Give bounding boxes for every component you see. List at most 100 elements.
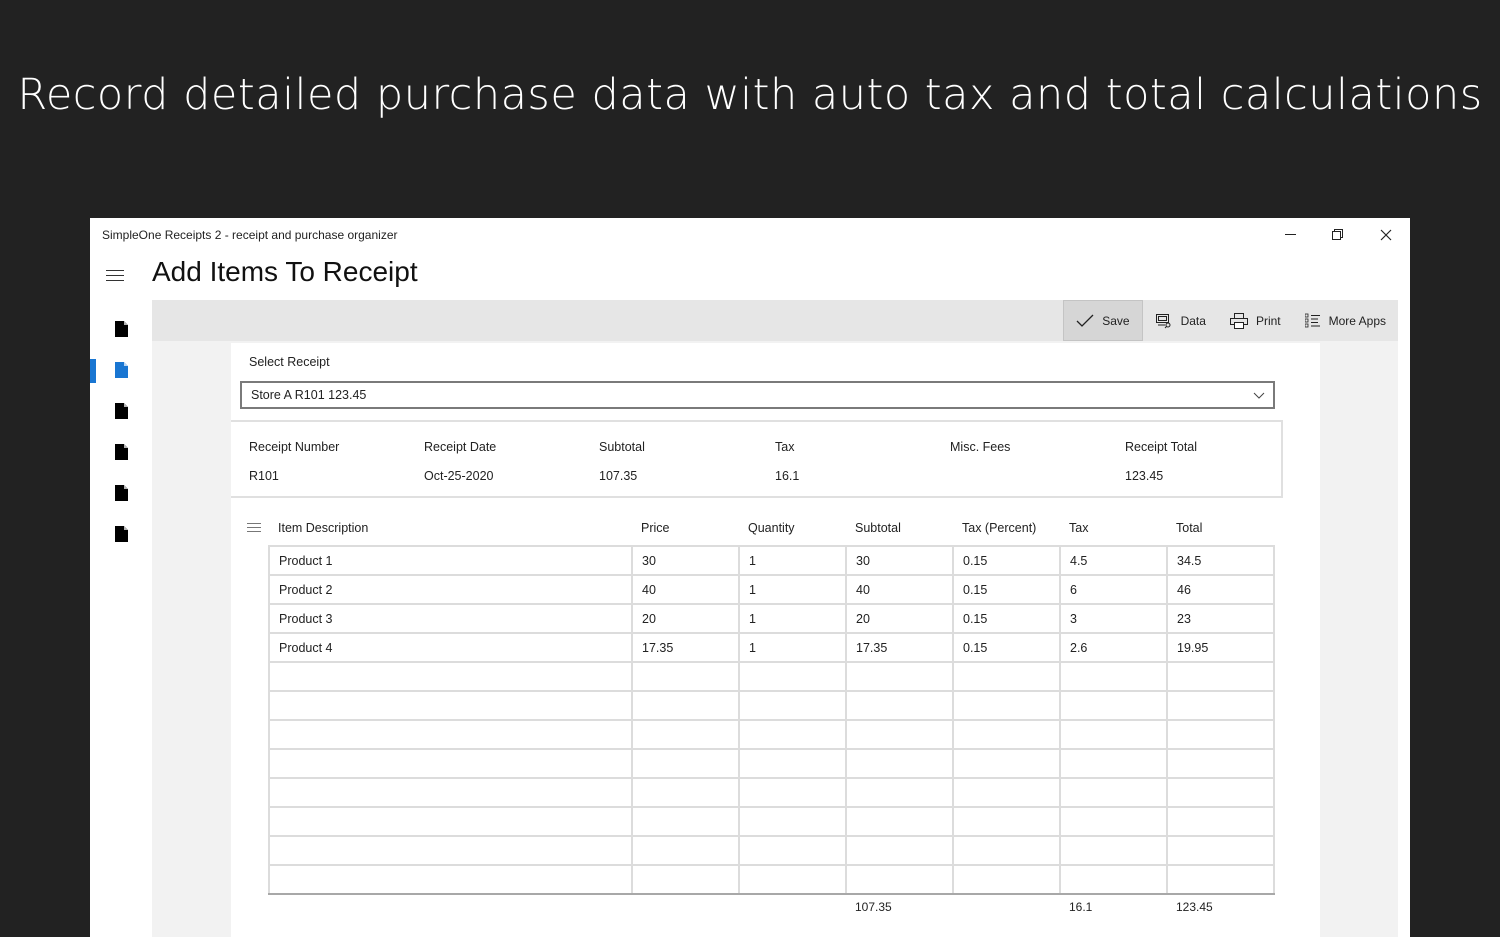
- hamburger-menu-button[interactable]: [106, 270, 124, 284]
- grid-cell[interactable]: [952, 690, 1061, 721]
- grid-cell[interactable]: [738, 864, 847, 895]
- column-header[interactable]: Total: [1176, 521, 1202, 535]
- grid-cell[interactable]: [1166, 690, 1275, 721]
- grid-cell[interactable]: [952, 864, 1061, 895]
- grid-cell[interactable]: [952, 748, 1061, 779]
- grid-cell[interactable]: [1166, 777, 1275, 808]
- grid-cell[interactable]: [952, 719, 1061, 750]
- grid-cell[interactable]: 17.35: [631, 632, 740, 663]
- grid-cell[interactable]: 30: [631, 545, 740, 576]
- grid-cell[interactable]: [268, 719, 633, 750]
- grid-cell[interactable]: 0.15: [952, 545, 1061, 576]
- grid-cell[interactable]: 0.15: [952, 574, 1061, 605]
- grid-cell[interactable]: 1: [738, 603, 847, 634]
- grid-cell[interactable]: 40: [845, 574, 954, 605]
- grid-cell[interactable]: [631, 777, 740, 808]
- grid-menu-button[interactable]: [247, 523, 261, 533]
- grid-cell[interactable]: [1059, 719, 1168, 750]
- minimize-button[interactable]: [1268, 218, 1314, 252]
- grid-cell[interactable]: [1059, 864, 1168, 895]
- grid-cell[interactable]: Product 2: [268, 574, 633, 605]
- grid-cell[interactable]: [631, 835, 740, 866]
- grid-cell[interactable]: [631, 748, 740, 779]
- grid-cell[interactable]: 6: [1059, 574, 1168, 605]
- grid-cell[interactable]: [738, 661, 847, 692]
- grid-cell[interactable]: 46: [1166, 574, 1275, 605]
- nav-item-1[interactable]: [90, 308, 152, 349]
- nav-item-5[interactable]: [90, 472, 152, 513]
- grid-cell[interactable]: 0.15: [952, 632, 1061, 663]
- grid-cell[interactable]: 1: [738, 574, 847, 605]
- grid-cell[interactable]: 40: [631, 574, 740, 605]
- grid-cell[interactable]: [631, 806, 740, 837]
- print-button[interactable]: Print: [1218, 300, 1293, 341]
- grid-cell[interactable]: [631, 864, 740, 895]
- grid-cell[interactable]: [631, 690, 740, 721]
- grid-cell[interactable]: 20: [845, 603, 954, 634]
- grid-cell[interactable]: [268, 806, 633, 837]
- grid-cell[interactable]: [845, 806, 954, 837]
- grid-cell[interactable]: [738, 777, 847, 808]
- grid-cell[interactable]: [845, 777, 954, 808]
- grid-cell[interactable]: [738, 690, 847, 721]
- grid-cell[interactable]: 17.35: [845, 632, 954, 663]
- grid-cell[interactable]: [268, 690, 633, 721]
- grid-cell[interactable]: [631, 719, 740, 750]
- grid-cell[interactable]: Product 4: [268, 632, 633, 663]
- grid-cell[interactable]: [845, 864, 954, 895]
- grid-cell[interactable]: 23: [1166, 603, 1275, 634]
- grid-cell[interactable]: [952, 661, 1061, 692]
- close-button[interactable]: [1363, 218, 1409, 252]
- column-header[interactable]: Price: [641, 521, 669, 535]
- restore-button[interactable]: [1315, 218, 1361, 252]
- grid-cell[interactable]: [845, 748, 954, 779]
- grid-cell[interactable]: [845, 719, 954, 750]
- grid-cell[interactable]: 0.15: [952, 603, 1061, 634]
- grid-cell[interactable]: [738, 835, 847, 866]
- grid-cell[interactable]: [1166, 661, 1275, 692]
- grid-cell[interactable]: [1059, 777, 1168, 808]
- grid-cell[interactable]: [1059, 661, 1168, 692]
- grid-cell[interactable]: 4.5: [1059, 545, 1168, 576]
- more-apps-button[interactable]: More Apps: [1293, 300, 1398, 341]
- nav-item-2[interactable]: [90, 349, 152, 390]
- grid-cell[interactable]: 30: [845, 545, 954, 576]
- grid-cell[interactable]: [1059, 690, 1168, 721]
- grid-cell[interactable]: [845, 690, 954, 721]
- column-header[interactable]: Item Description: [278, 521, 368, 535]
- grid-cell[interactable]: [738, 806, 847, 837]
- grid-cell[interactable]: [738, 748, 847, 779]
- nav-item-6[interactable]: [90, 513, 152, 554]
- column-header[interactable]: Tax (Percent): [962, 521, 1036, 535]
- grid-cell[interactable]: [1059, 835, 1168, 866]
- grid-cell[interactable]: [952, 777, 1061, 808]
- grid-cell[interactable]: Product 3: [268, 603, 633, 634]
- grid-cell[interactable]: [952, 835, 1061, 866]
- grid-cell[interactable]: [1166, 719, 1275, 750]
- grid-cell[interactable]: [268, 777, 633, 808]
- grid-cell[interactable]: 19.95: [1166, 632, 1275, 663]
- grid-cell[interactable]: [268, 835, 633, 866]
- grid-cell[interactable]: [268, 864, 633, 895]
- grid-cell[interactable]: [952, 806, 1061, 837]
- select-receipt-dropdown[interactable]: Store A R101 123.45: [240, 381, 1275, 409]
- nav-item-4[interactable]: [90, 431, 152, 472]
- grid-cell[interactable]: 34.5: [1166, 545, 1275, 576]
- grid-cell[interactable]: 2.6: [1059, 632, 1168, 663]
- save-button[interactable]: Save: [1063, 300, 1143, 341]
- grid-cell[interactable]: Product 1: [268, 545, 633, 576]
- grid-cell[interactable]: [1166, 806, 1275, 837]
- column-header[interactable]: Quantity: [748, 521, 795, 535]
- grid-cell[interactable]: 3: [1059, 603, 1168, 634]
- grid-cell[interactable]: [631, 661, 740, 692]
- grid-cell[interactable]: [845, 661, 954, 692]
- data-button[interactable]: Data: [1143, 300, 1218, 341]
- grid-cell[interactable]: [1166, 835, 1275, 866]
- grid-cell[interactable]: [1166, 864, 1275, 895]
- grid-cell[interactable]: [1166, 748, 1275, 779]
- column-header[interactable]: Tax: [1069, 521, 1088, 535]
- grid-cell[interactable]: 1: [738, 632, 847, 663]
- nav-item-3[interactable]: [90, 390, 152, 431]
- column-header[interactable]: Subtotal: [855, 521, 901, 535]
- grid-cell[interactable]: [268, 661, 633, 692]
